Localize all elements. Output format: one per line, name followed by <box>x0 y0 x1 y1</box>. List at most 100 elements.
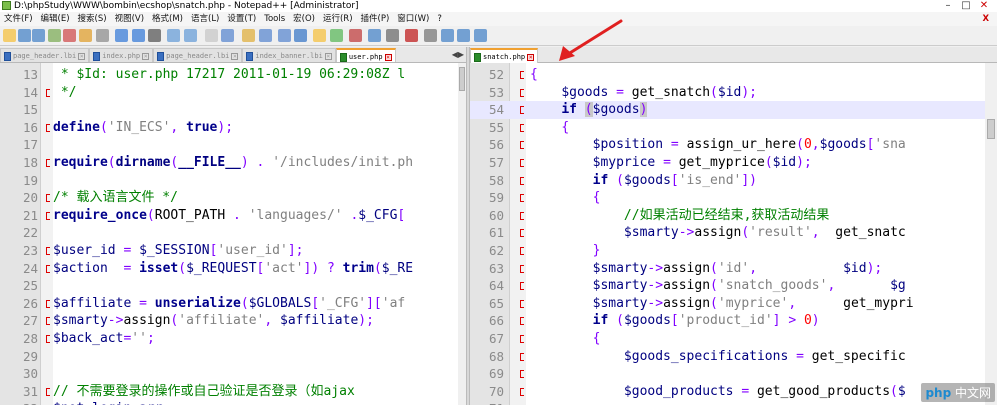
fold-marker-icon[interactable] <box>46 159 50 167</box>
fold-marker-icon[interactable] <box>520 282 524 291</box>
code-line: 16 define('IN_ECS', true); <box>0 119 460 137</box>
tab-scroll-arrows-icon[interactable]: ◀▶ <box>452 50 464 59</box>
left-tab-bar: page_header.lbi × index.php × page_header.lb… <box>0 47 466 63</box>
fold-marker-icon[interactable] <box>520 352 524 361</box>
left-tab-4[interactable]: user.php × <box>335 48 396 62</box>
menu-item-11[interactable]: 窗口(W) <box>393 12 433 26</box>
menu-item-5[interactable]: 语言(L) <box>187 12 223 26</box>
fold-marker-icon[interactable] <box>520 88 524 97</box>
fold-marker-icon[interactable] <box>46 335 50 343</box>
zoom-in-icon[interactable] <box>242 29 256 42</box>
close-tab-icon[interactable]: × <box>231 52 239 60</box>
cut-icon[interactable] <box>114 29 128 42</box>
fold-marker-icon[interactable] <box>520 317 524 326</box>
save-icon[interactable] <box>32 29 46 42</box>
record-macro-icon[interactable] <box>405 29 419 42</box>
fold-marker-icon[interactable] <box>520 194 524 203</box>
close-tab-icon[interactable]: × <box>142 52 150 60</box>
menu-item-0[interactable]: 文件(F) <box>0 12 37 26</box>
close-icon[interactable] <box>62 29 76 42</box>
menu-item-6[interactable]: 设置(T) <box>223 12 260 26</box>
line-number: 65 <box>488 295 504 311</box>
fold-marker-icon[interactable] <box>46 211 50 220</box>
menu-item-7[interactable]: Tools <box>260 12 289 26</box>
close-tab-icon[interactable]: × <box>384 53 392 61</box>
menu-item-12[interactable]: ? <box>433 12 446 26</box>
file-icon <box>246 51 254 61</box>
fold-marker-icon[interactable] <box>520 71 524 79</box>
paste-icon[interactable] <box>148 29 162 42</box>
fold-marker-icon[interactable] <box>520 335 524 343</box>
menu-item-10[interactable]: 插件(P) <box>357 12 394 26</box>
run-macro-icon[interactable] <box>457 29 471 42</box>
code-line: 53 $goods = get_snatch($id); <box>470 84 985 102</box>
menu-item-1[interactable]: 编辑(E) <box>37 12 74 26</box>
fold-marker-icon[interactable] <box>520 141 524 150</box>
left-tab-3[interactable]: index_banner.lbi × <box>242 48 336 62</box>
function-list-icon[interactable] <box>386 29 400 42</box>
new-file-icon[interactable] <box>3 29 17 42</box>
code-text: { <box>592 190 601 206</box>
fold-marker-icon[interactable] <box>46 299 50 308</box>
fold-marker-icon[interactable] <box>46 88 50 97</box>
zoom-out-icon[interactable] <box>258 29 272 42</box>
left-tab-2[interactable]: page_header.lbi × <box>153 48 243 62</box>
sync-v-icon[interactable] <box>277 29 291 42</box>
line-number: 28 <box>22 331 38 346</box>
menu-item-3[interactable]: 视图(V) <box>111 12 148 26</box>
close-tab-icon[interactable]: × <box>527 53 535 61</box>
print-icon[interactable] <box>96 29 110 42</box>
menu-item-4[interactable]: 格式(M) <box>148 12 187 26</box>
fold-marker-icon[interactable] <box>46 247 50 255</box>
replace-icon[interactable] <box>221 29 235 42</box>
undo-icon[interactable] <box>167 29 181 42</box>
fold-marker-icon[interactable] <box>520 211 524 220</box>
minimize-button[interactable]: – <box>940 0 956 12</box>
left-tab-0[interactable]: page_header.lbi × <box>0 48 90 62</box>
fold-marker-icon[interactable] <box>520 229 524 238</box>
fold-marker-icon[interactable] <box>520 387 524 396</box>
right-scrollbar[interactable] <box>986 63 996 405</box>
fold-marker-icon[interactable] <box>520 264 524 273</box>
right-tab-0[interactable]: snatch.php × <box>470 48 539 64</box>
fold-marker-icon[interactable] <box>46 123 50 132</box>
indent-guide-icon[interactable] <box>329 29 343 42</box>
fold-marker-icon[interactable] <box>520 299 524 308</box>
menu-item-8[interactable]: 宏(O) <box>289 12 319 26</box>
save-macro-icon[interactable] <box>474 29 487 42</box>
close-all-icon[interactable] <box>79 29 93 42</box>
close-tab-icon[interactable]: × <box>78 52 86 60</box>
stop-macro-icon[interactable] <box>423 29 437 42</box>
open-file-icon[interactable] <box>17 29 31 42</box>
fold-marker-icon[interactable] <box>46 387 50 396</box>
sync-h-icon[interactable] <box>294 29 308 42</box>
fold-marker-icon[interactable] <box>520 247 524 255</box>
fold-marker-icon[interactable] <box>46 317 50 326</box>
close-window-button[interactable]: ✕ <box>976 0 992 12</box>
doc-map-icon[interactable] <box>367 29 381 42</box>
menu-item-2[interactable]: 搜索(S) <box>74 12 111 26</box>
fold-marker-icon[interactable] <box>520 106 524 115</box>
fold-marker-icon[interactable] <box>520 176 524 185</box>
close-tab-icon[interactable]: × <box>324 52 332 60</box>
fold-marker-icon[interactable] <box>46 194 50 203</box>
code-text: $myprice = get_myprice($id); <box>592 155 812 170</box>
fold-marker-icon[interactable] <box>46 264 50 273</box>
fold-marker-icon[interactable] <box>520 370 524 379</box>
fold-marker-icon[interactable] <box>520 123 524 132</box>
left-editor[interactable]: 13 * $Id: user.php 17217 2011-01-19 06:2… <box>0 63 460 405</box>
all-chars-icon[interactable] <box>348 29 362 42</box>
left-scrollbar[interactable] <box>458 63 466 405</box>
find-icon[interactable] <box>204 29 218 42</box>
right-editor[interactable]: 52{53 $goods = get_snatch($id); 54 if ($g… <box>470 63 985 405</box>
maximize-button[interactable]: □ <box>958 0 974 12</box>
save-all-icon[interactable] <box>48 29 62 42</box>
fold-marker-icon[interactable] <box>520 159 524 167</box>
play-macro-icon[interactable] <box>440 29 454 42</box>
menu-item-9[interactable]: 运行(R) <box>319 12 357 26</box>
close-document-button[interactable]: X <box>978 12 993 26</box>
copy-icon[interactable] <box>131 29 145 42</box>
left-tab-1[interactable]: index.php × <box>89 48 154 62</box>
wrap-icon[interactable] <box>313 29 327 42</box>
redo-icon[interactable] <box>183 29 197 42</box>
